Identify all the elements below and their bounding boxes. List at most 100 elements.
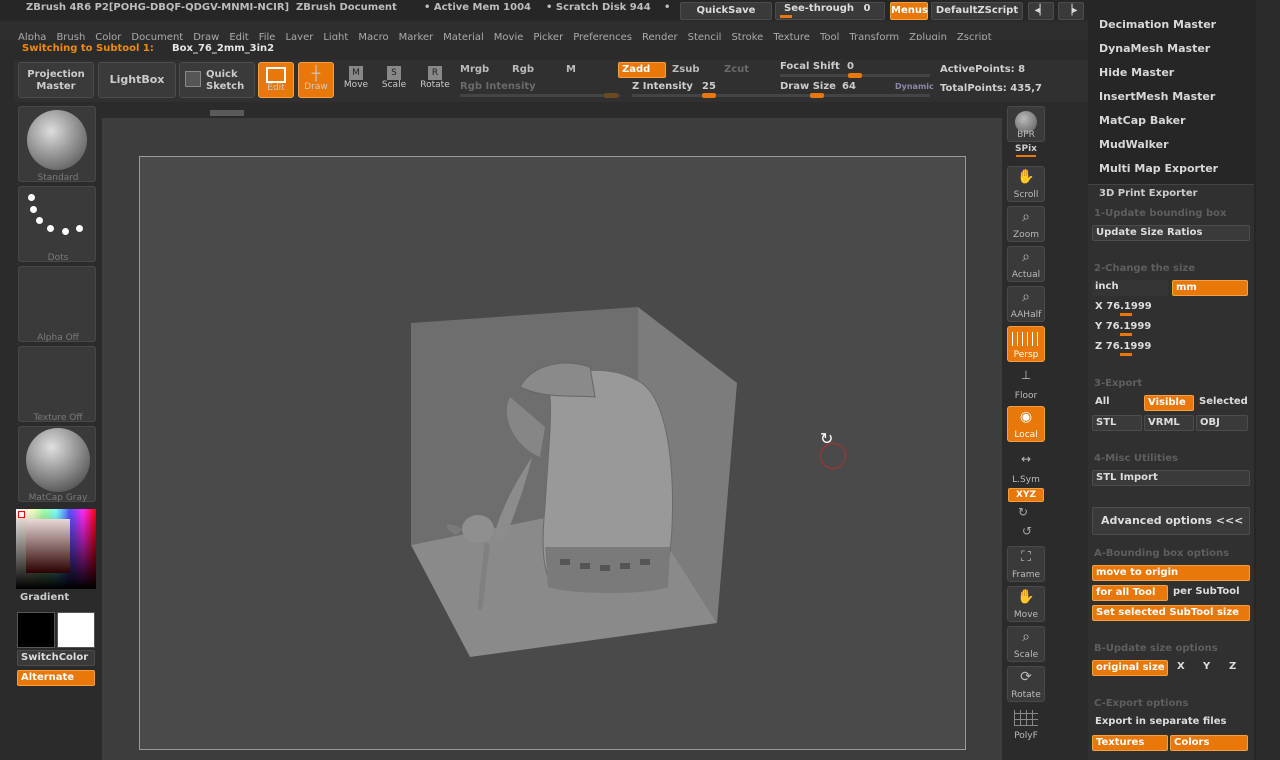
tray-right-icon[interactable]: ▕▸ xyxy=(1058,2,1084,20)
color-picker-square[interactable] xyxy=(26,519,70,573)
update-size-ratios-button[interactable]: Update Size Ratios xyxy=(1092,225,1250,241)
zsub-button[interactable]: Zsub xyxy=(672,64,699,75)
y-size-slider[interactable]: Y 76.1999 xyxy=(1092,320,1250,336)
focal-shift-slider[interactable] xyxy=(780,73,930,78)
x-size-slider[interactable]: X 76.1999 xyxy=(1092,300,1250,316)
texture-thumbnail[interactable]: Texture Off xyxy=(18,346,96,423)
scroll-button[interactable]: ✋ Scroll xyxy=(1007,166,1045,202)
draw-size-slider[interactable] xyxy=(780,93,930,98)
rotate-y-icon[interactable]: ↻ xyxy=(1018,505,1028,519)
m-button[interactable]: M xyxy=(566,64,576,75)
xyz-button[interactable]: XYZ xyxy=(1008,488,1044,502)
bpr-button[interactable]: BPR xyxy=(1007,106,1045,142)
frame-button[interactable]: ⛶ Frame xyxy=(1007,546,1045,582)
persp-button[interactable]: Persp xyxy=(1007,326,1045,362)
axis-y-button[interactable]: Y xyxy=(1200,660,1220,676)
zcut-button[interactable]: Zcut xyxy=(724,64,749,75)
textures-button[interactable]: Textures xyxy=(1092,735,1168,751)
dynamic-toggle[interactable]: Dynamic xyxy=(895,82,934,91)
alpha-thumbnail[interactable]: Alpha Off xyxy=(18,266,96,343)
for-all-tool-button[interactable]: for all Tool xyxy=(1092,585,1168,601)
plugin-decimation-master[interactable]: Decimation Master xyxy=(1099,18,1216,31)
colors-button[interactable]: Colors xyxy=(1170,735,1248,751)
set-selected-subtool-size-button[interactable]: Set selected SubTool size xyxy=(1092,605,1250,621)
rgb-intensity-knob[interactable] xyxy=(604,93,618,98)
plugin-multi-map-exporter[interactable]: Multi Map Exporter xyxy=(1099,162,1218,175)
export-selected-button[interactable]: Selected xyxy=(1196,395,1252,411)
obj-button[interactable]: OBJ xyxy=(1196,415,1248,431)
actual-button[interactable]: ⌕ Actual xyxy=(1007,246,1045,282)
local-button[interactable]: ◉ Local xyxy=(1007,406,1045,442)
floor-button[interactable]: ⊥ Floor xyxy=(1007,366,1045,402)
focal-shift-knob[interactable] xyxy=(848,73,862,78)
edit-button[interactable]: Edit xyxy=(258,62,294,98)
plugin-insertmesh-master[interactable]: InsertMesh Master xyxy=(1099,90,1215,103)
see-through-slider[interactable]: See-through 0 xyxy=(775,2,885,20)
quick-sketch-button[interactable]: Quick Sketch xyxy=(179,62,255,98)
gradient-label[interactable]: Gradient xyxy=(20,592,69,603)
color-picker-marker[interactable] xyxy=(18,511,25,518)
panel-title[interactable]: 3D Print Exporter xyxy=(1099,188,1198,199)
secondary-color-swatch[interactable] xyxy=(57,612,95,648)
stl-button[interactable]: STL xyxy=(1092,415,1142,431)
export-visible-button[interactable]: Visible xyxy=(1144,395,1194,411)
z-intensity-slider[interactable] xyxy=(632,93,782,98)
plugin-mudwalker[interactable]: MudWalker xyxy=(1099,138,1169,151)
zoom-button[interactable]: ⌕ Zoom xyxy=(1007,206,1045,242)
z-size-slider[interactable]: Z 76.1999 xyxy=(1092,340,1250,356)
move-to-origin-button[interactable]: move to origin xyxy=(1092,565,1250,581)
mrgb-button[interactable]: Mrgb xyxy=(460,64,489,75)
rotate-button[interactable]: R Rotate xyxy=(416,62,454,98)
zadd-button[interactable]: Zadd xyxy=(618,62,666,78)
stl-import-button[interactable]: STL Import xyxy=(1092,470,1250,486)
axis-z-button[interactable]: Z xyxy=(1226,660,1246,676)
rgb-intensity-slider[interactable] xyxy=(460,93,620,98)
lsym-button[interactable]: ↔ L.Sym xyxy=(1007,450,1045,486)
projection-master-button[interactable]: Projection Master xyxy=(18,62,94,98)
polyf-button[interactable]: PolyF xyxy=(1007,706,1045,742)
rotate-z-icon[interactable]: ↺ xyxy=(1022,524,1032,538)
menus-button[interactable]: Menus xyxy=(890,2,928,20)
spix-slider[interactable]: SPix xyxy=(1009,144,1043,158)
original-size-button[interactable]: original size xyxy=(1092,660,1168,676)
scale-button[interactable]: S Scale xyxy=(376,62,412,98)
inch-button[interactable]: inch xyxy=(1092,280,1168,296)
vrml-button[interactable]: VRML xyxy=(1144,415,1194,431)
canvas-scroll-handle[interactable] xyxy=(210,110,244,116)
rgb-button[interactable]: Rgb xyxy=(512,64,534,75)
see-through-knob[interactable] xyxy=(780,15,792,18)
mm-button[interactable]: mm xyxy=(1172,280,1248,296)
rotate-view-button[interactable]: ⟳ Rotate xyxy=(1007,666,1045,702)
alternate-button[interactable]: Alternate xyxy=(17,670,95,686)
document-canvas[interactable]: ↻ xyxy=(139,156,966,750)
stroke-thumbnail[interactable]: Dots xyxy=(18,186,96,263)
export-separate-files-toggle[interactable]: Export in separate files xyxy=(1092,715,1250,731)
y-size-knob[interactable] xyxy=(1120,333,1132,336)
brush-thumbnail[interactable]: Standard xyxy=(18,106,96,183)
material-thumbnail[interactable]: MatCap Gray xyxy=(18,426,96,503)
quicksave-button[interactable]: QuickSave xyxy=(680,2,772,20)
plugin-dynamesh-master[interactable]: DynaMesh Master xyxy=(1099,42,1210,55)
spix-knob[interactable] xyxy=(1016,155,1036,157)
aahalf-button[interactable]: ⌕ AAHalf xyxy=(1007,286,1045,322)
export-all-button[interactable]: All xyxy=(1092,395,1142,411)
plugin-hide-master[interactable]: Hide Master xyxy=(1099,66,1174,79)
z-intensity-knob[interactable] xyxy=(702,93,716,98)
draw-button[interactable]: ┼ Draw xyxy=(298,62,334,98)
scale-view-button[interactable]: ⌕ Scale xyxy=(1007,626,1045,662)
per-subtool-button[interactable]: per SubTool xyxy=(1170,585,1250,601)
tray-left-icon[interactable]: ◂▏ xyxy=(1028,2,1054,20)
main-color-swatch[interactable] xyxy=(17,612,55,648)
axis-x-button[interactable]: X xyxy=(1174,660,1194,676)
plugin-matcap-baker[interactable]: MatCap Baker xyxy=(1099,114,1186,127)
move-view-button[interactable]: ✋ Move xyxy=(1007,586,1045,622)
draw-size-knob[interactable] xyxy=(810,93,824,98)
z-size-knob[interactable] xyxy=(1120,353,1132,356)
advanced-options-button[interactable]: Advanced options <<< xyxy=(1092,507,1250,535)
tray-scrollbar[interactable] xyxy=(1256,0,1280,760)
default-zscript-button[interactable]: DefaultZScript xyxy=(931,2,1023,20)
x-size-knob[interactable] xyxy=(1120,313,1132,316)
move-button[interactable]: M Move xyxy=(338,62,374,98)
switch-color-button[interactable]: SwitchColor xyxy=(17,650,95,666)
lightbox-button[interactable]: LightBox xyxy=(98,62,176,98)
